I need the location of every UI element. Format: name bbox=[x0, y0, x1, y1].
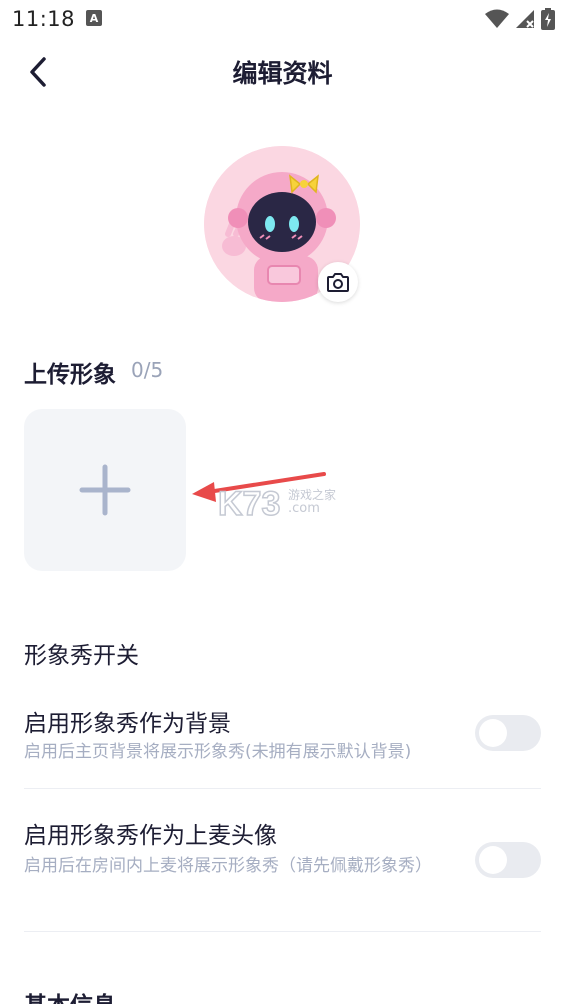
avatar-show-toggles-title: 形象秀开关 bbox=[24, 643, 139, 669]
page-title: 编辑资料 bbox=[232, 59, 333, 88]
status-time: 11:18 bbox=[12, 7, 76, 31]
svg-text:K73: K73 bbox=[218, 485, 280, 523]
upload-image-title: 上传形象 bbox=[24, 362, 116, 388]
status-icons bbox=[485, 8, 555, 30]
upload-count: 0/5 bbox=[131, 358, 164, 382]
plus-icon bbox=[79, 464, 131, 516]
status-bar: 11:18 A bbox=[0, 0, 565, 38]
setting-description: 启用后主页背景将展示形象秀(未拥有展示默认背景) bbox=[24, 742, 412, 762]
watermark: K73 游戏之家 .com bbox=[188, 470, 358, 525]
divider bbox=[24, 788, 541, 789]
setting-title: 启用形象秀作为上麦头像 bbox=[24, 823, 277, 849]
camera-icon bbox=[327, 273, 349, 292]
header: 编辑资料 bbox=[0, 40, 565, 104]
upload-image-button[interactable] bbox=[24, 409, 186, 571]
setting-title: 启用形象秀作为背景 bbox=[24, 711, 231, 737]
notification-badge-icon: A bbox=[86, 10, 102, 26]
wifi-icon bbox=[485, 9, 509, 28]
avatar-wrap bbox=[204, 146, 360, 302]
setting-row-mic-avatar: 启用形象秀作为上麦头像 启用后在房间内上麦将展示形象秀（请先佩戴形象秀） bbox=[0, 814, 565, 924]
setting-row-background: 启用形象秀作为背景 启用后主页背景将展示形象秀(未拥有展示默认背景) bbox=[0, 700, 565, 790]
setting-description: 启用后在房间内上麦将展示形象秀（请先佩戴形象秀） bbox=[24, 856, 432, 876]
mic-avatar-toggle[interactable] bbox=[475, 842, 541, 878]
basic-info-title: 基本信息 bbox=[24, 980, 116, 1004]
toggle-knob bbox=[479, 846, 507, 874]
signal-icon bbox=[516, 10, 534, 28]
change-avatar-button[interactable] bbox=[318, 262, 358, 302]
divider bbox=[24, 931, 541, 932]
watermark-domain: .com bbox=[288, 501, 320, 516]
toggle-knob bbox=[479, 719, 507, 747]
battery-icon bbox=[541, 8, 555, 30]
background-toggle[interactable] bbox=[475, 715, 541, 751]
